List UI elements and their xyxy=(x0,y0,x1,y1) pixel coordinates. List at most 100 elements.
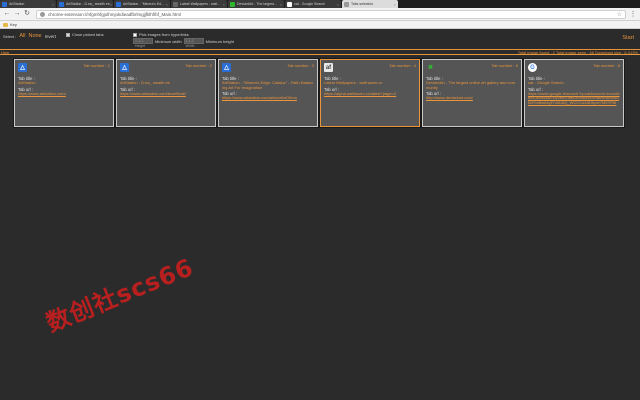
select-label: Select : xyxy=(3,33,17,39)
tab-url-link[interactable]: https://www.artstation.com/ xyxy=(18,91,110,97)
tab-close-icon[interactable]: × xyxy=(52,2,54,7)
tab-url-link[interactable]: https://www.artstation.com/leoeftimiel xyxy=(120,91,212,97)
forward-icon[interactable]: → xyxy=(13,10,21,18)
artstation-icon: △ xyxy=(18,63,27,72)
tab-favicon-icon xyxy=(2,1,7,7)
pick-hyperlinks-option: Pick images from hyperlinks xyxy=(133,32,189,37)
browser-tab[interactable]: cat - Google Search × xyxy=(285,0,341,8)
min-width-label: Minimum width xyxy=(155,38,182,44)
tab-title-value: ArtStation - D.ea_ wealth ee xyxy=(120,80,171,85)
tab-card[interactable]: △ Tab number : 1 Tab title : ArtStation Tab … xyxy=(14,59,114,127)
tab-favicon-icon xyxy=(344,1,349,7)
stats-text: Total image found : 2 Total image seen :… xyxy=(517,50,638,55)
start-button[interactable]: Start xyxy=(622,35,634,41)
min-height-label: Minimum height xyxy=(205,38,234,44)
select-all-button[interactable]: All xyxy=(19,33,25,39)
tab-number: Tab number : 6 xyxy=(593,63,620,68)
tab-url-link[interactable]: https://www.google.fr/search?q=cat&sourc… xyxy=(528,91,620,106)
tab-title: cat - Google Search xyxy=(294,2,326,6)
tab-title: Tabs selection xyxy=(351,2,374,6)
tab-title-value: ArtStation xyxy=(18,80,36,85)
tab-title: DeviantArt - The largest… xyxy=(237,2,278,6)
close-picked-label: Close picked tabs xyxy=(72,32,104,37)
close-picked-option: Close picked tabs xyxy=(66,32,104,37)
tab-title-value: cat - Google Search xyxy=(528,80,564,85)
browser-tab[interactable]: DeviantArt - The largest… × xyxy=(228,0,284,8)
tab-card[interactable]: △ Tab number : 2 Tab title : ArtStation - D… xyxy=(116,59,216,127)
wallpaper-icon: af xyxy=(324,63,333,72)
min-height-input[interactable]: 1-1-1 Width xyxy=(183,38,204,48)
address-bar[interactable]: chrome-extension://nfgmhfgjolhmjokdieadf… xyxy=(36,9,626,19)
min-width-input[interactable]: 1-1-1 Height xyxy=(133,38,153,48)
tab-close-icon[interactable]: × xyxy=(337,2,339,7)
help-link[interactable]: Help xyxy=(1,50,9,55)
card-header: △ Tab number : 1 xyxy=(18,63,110,75)
tab-number: Tab number : 3 xyxy=(287,63,314,68)
bookmark-star-icon[interactable]: ☆ xyxy=(617,11,622,18)
tab-favicon-icon xyxy=(59,1,64,7)
artstation-icon: △ xyxy=(120,63,129,72)
stats-bar: Help Total image found : 2 Total image s… xyxy=(0,49,640,55)
address-url[interactable]: chrome-extension://nfgmhfgjolhmjokdieadf… xyxy=(48,12,181,17)
tab-number: Tab number : 2 xyxy=(185,63,212,68)
tab-cards: △ Tab number : 1 Tab title : ArtStation Tab … xyxy=(14,59,627,129)
tab-close-icon[interactable]: × xyxy=(166,2,168,7)
google-icon: G xyxy=(528,63,537,72)
browser-tab[interactable]: ArtStation - D.ea_ wealth ee × xyxy=(57,0,113,8)
artstation-icon: △ xyxy=(222,63,231,72)
bookmark-key[interactable]: Key xyxy=(10,22,17,27)
folder-icon xyxy=(3,22,8,27)
select-controls: Select : All None Invert xyxy=(3,33,56,39)
reload-icon[interactable]: ↻ xyxy=(23,10,31,18)
watermark: 数创社scs66 xyxy=(42,253,198,338)
tab-number: Tab number : 5 xyxy=(491,63,518,68)
back-icon[interactable]: ← xyxy=(3,10,11,18)
pick-hyperlinks-label: Pick images from hyperlinks xyxy=(139,32,189,37)
close-picked-checkbox[interactable] xyxy=(66,32,70,37)
browser-tab[interactable]: Latest Wallpapers - wall… × xyxy=(171,0,227,8)
tab-title: ArtStation - D.ea_ wealth ee xyxy=(66,2,110,6)
tab-title: Latest Wallpapers - wall… xyxy=(180,2,221,6)
card-header: G Tab number : 6 xyxy=(528,63,620,75)
bookmarks-bar: Key xyxy=(0,21,640,29)
tab-url-link[interactable]: http://www.deviantart.com/ xyxy=(426,96,518,101)
browser-toolbar: ← → ↻ chrome-extension://nfgmhfgjolhmjok… xyxy=(0,8,640,21)
tab-url-link[interactable]: https://alpha.wallhaven.cc/latest?page=2 xyxy=(324,91,416,97)
tab-title: ArtStation xyxy=(9,2,25,6)
browser-tab-strip: ArtStation × ArtStation - D.ea_ wealth ee ×… xyxy=(0,0,640,8)
tab-number: Tab number : 4 xyxy=(389,63,416,68)
card-header: △ Tab number : 3 xyxy=(222,63,314,75)
tab-close-icon[interactable]: × xyxy=(110,2,112,7)
tab-favicon-icon xyxy=(230,1,235,7)
tab-title-value: ArtStation - "Minera's Edge: Cataluz" - … xyxy=(222,80,314,90)
card-header: △ Tab number : 2 xyxy=(120,63,212,75)
browser-tab[interactable]: Tabs selection × xyxy=(342,0,398,8)
menu-icon[interactable]: ⋮ xyxy=(629,10,637,18)
tab-favicon-icon xyxy=(116,1,121,7)
extension-controls: Select : All None Invert Close picked ta… xyxy=(0,29,640,49)
tab-favicon-icon xyxy=(287,1,292,7)
tab-close-icon[interactable]: × xyxy=(394,2,396,7)
card-header: ✖ Tab number : 5 xyxy=(426,63,518,75)
tab-favicon-icon xyxy=(173,1,178,7)
card-header: af Tab number : 4 xyxy=(324,63,416,75)
tab-number: Tab number : 1 xyxy=(83,63,110,68)
tab-title-value: DeviantArt - The largest online art gall… xyxy=(426,80,516,90)
tab-close-icon[interactable]: × xyxy=(280,2,282,7)
tab-card[interactable]: △ Tab number : 3 Tab title : ArtStation - "… xyxy=(218,59,318,127)
pick-hyperlinks-checkbox[interactable] xyxy=(133,32,137,37)
select-none-button[interactable]: None xyxy=(28,33,41,39)
tab-url-link[interactable]: https://www.artstation.com/artwork/nD9mn xyxy=(222,96,314,101)
extension-icon xyxy=(40,11,45,17)
browser-tab[interactable]: ArtStation - "Minera's Ed… × xyxy=(114,0,170,8)
browser-tab[interactable]: ArtStation × xyxy=(0,0,56,8)
tab-card[interactable]: af Tab number : 4 Tab title : Latest Wallpa… xyxy=(320,59,420,127)
tab-title: ArtStation - "Minera's Ed… xyxy=(123,2,165,6)
select-invert-button[interactable]: Invert xyxy=(45,34,56,39)
tab-close-icon[interactable]: × xyxy=(223,2,225,7)
tab-card[interactable]: G Tab number : 6 Tab title : cat - Google S… xyxy=(524,59,624,127)
dimension-filters: 1-1-1 Height Minimum width 1-1-1 Width M… xyxy=(133,38,234,48)
tab-title-value: Latest Wallpapers - wallhaven.cc xyxy=(324,80,383,85)
tab-card[interactable]: ✖ Tab number : 5 Tab title : DeviantArt - T… xyxy=(422,59,522,127)
deviantart-icon: ✖ xyxy=(426,63,435,72)
